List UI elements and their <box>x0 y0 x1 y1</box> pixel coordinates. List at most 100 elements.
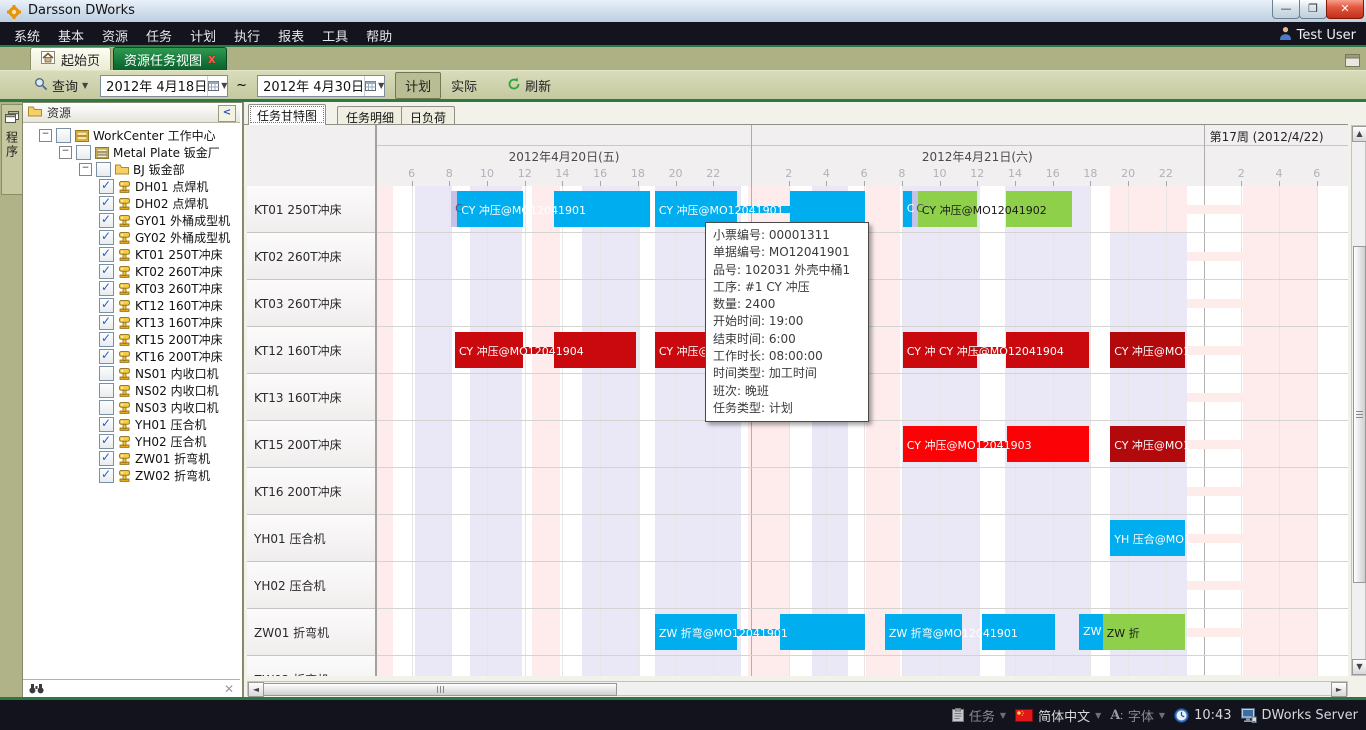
tree-item[interactable]: GY01 外桶成型机 <box>23 212 240 229</box>
calendar-icon[interactable]: ▼ <box>364 76 384 96</box>
rest-time-strip[interactable] <box>1187 675 1243 676</box>
scroll-left-icon[interactable]: ◄ <box>248 682 264 697</box>
tree-item[interactable]: KT12 160T冲床 <box>23 297 240 314</box>
tree-checkbox[interactable] <box>99 298 114 313</box>
calendar-band[interactable] <box>866 186 900 676</box>
gantt-bar-label[interactable]: CY 冲压@MO1 <box>1114 343 1190 359</box>
machine-icon[interactable] <box>118 401 131 414</box>
status-item-10:43[interactable]: 10:43 <box>1174 708 1231 723</box>
tab-close-icon[interactable]: x <box>208 52 216 66</box>
gridline[interactable] <box>487 186 488 676</box>
rest-time-strip[interactable] <box>1187 440 1243 449</box>
gantt-bar-segment[interactable] <box>780 614 865 650</box>
calendar-band[interactable] <box>470 186 522 676</box>
minimize-button[interactable]: — <box>1272 0 1300 19</box>
vertical-scroll-thumb[interactable] <box>1353 246 1366 583</box>
rest-time-strip[interactable] <box>1187 534 1243 543</box>
collapse-panel-button[interactable]: < <box>218 105 236 122</box>
folder-icon[interactable] <box>115 164 129 175</box>
rest-time-strip[interactable] <box>1187 581 1243 590</box>
tooltip-line[interactable]: 开始时间: 19:00 <box>713 313 861 330</box>
gantt-bar-label[interactable]: ZW 折弯@MO12041901 <box>659 625 788 641</box>
restore-button[interactable]: ❐ <box>1299 0 1327 19</box>
resource-row-label[interactable]: ZW01 折弯机 <box>247 609 375 656</box>
refresh-button[interactable]: 刷新 <box>501 74 557 97</box>
tooltip-line[interactable]: 品号: 102031 外壳中桶1 <box>713 262 861 279</box>
gridline[interactable] <box>1090 186 1091 676</box>
rest-time-strip[interactable] <box>1187 487 1243 496</box>
gantt-bar-label[interactable]: CY 冲压@MO1 <box>1114 437 1190 453</box>
calendar-band[interactable] <box>415 186 452 676</box>
tree-checkbox[interactable] <box>99 315 114 330</box>
user-indicator[interactable]: Test User <box>1279 26 1356 44</box>
menu-item-资源[interactable]: 资源 <box>102 26 128 45</box>
machine-icon[interactable] <box>118 316 131 329</box>
tab-resource-task-view[interactable]: 资源任务视图 x <box>113 47 227 70</box>
gantt-bar-label[interactable]: CY 冲压@MO12041904 <box>459 343 584 359</box>
tree-checkbox[interactable] <box>99 468 114 483</box>
row-separator[interactable] <box>377 655 1348 656</box>
gantt-bar-label[interactable]: YH 压合@MO1 <box>1114 531 1191 547</box>
resource-row-label[interactable]: KT13 160T冲床 <box>247 374 375 421</box>
tooltip-line[interactable]: 时间类型: 加工时间 <box>713 365 861 382</box>
machine-icon[interactable] <box>118 367 131 380</box>
gridline[interactable] <box>638 186 639 676</box>
side-tab-program[interactable]: 程序 <box>1 104 23 195</box>
tree-checkbox[interactable] <box>99 213 114 228</box>
calendar-icon[interactable]: ▼ <box>207 76 227 96</box>
tree-checkbox[interactable] <box>99 179 114 194</box>
tree-checkbox[interactable] <box>99 400 114 415</box>
machine-icon[interactable] <box>118 265 131 278</box>
tree-checkbox[interactable] <box>99 196 114 211</box>
horizontal-scroll-thumb[interactable] <box>263 683 617 696</box>
machine-icon[interactable] <box>118 299 131 312</box>
close-button[interactable]: ✕ <box>1326 0 1364 19</box>
tree-checkbox[interactable] <box>99 383 114 398</box>
date-from-field[interactable]: 2012年 4月18日 ▼ <box>100 75 228 97</box>
machine-icon[interactable] <box>118 197 131 210</box>
tree-expander-icon[interactable]: − <box>59 146 72 159</box>
tree-checkbox[interactable] <box>99 264 114 279</box>
tree-checkbox[interactable] <box>96 162 111 177</box>
tooltip-line[interactable]: 数量: 2400 <box>713 296 861 313</box>
menu-item-任务[interactable]: 任务 <box>146 26 172 45</box>
actual-toggle-button[interactable]: 实际 <box>441 72 487 99</box>
calendar-band[interactable] <box>532 186 560 676</box>
tab-home-page[interactable]: 起始页 <box>30 47 111 70</box>
query-button[interactable]: 查询 ▼ <box>28 74 94 97</box>
factory-icon[interactable] <box>95 147 109 159</box>
gantt-bar-label[interactable]: ZW 折 <box>1107 625 1140 641</box>
menu-item-报表[interactable]: 报表 <box>278 26 304 45</box>
tree-checkbox[interactable] <box>99 451 114 466</box>
plan-toggle-button[interactable]: 计划 <box>395 72 441 99</box>
resource-row-label[interactable]: KT01 250T冲床 <box>247 186 375 233</box>
tab-gantt-chart[interactable]: 任务甘特图 <box>248 104 326 125</box>
binoculars-icon[interactable] <box>29 679 44 698</box>
machine-icon[interactable] <box>118 452 131 465</box>
tree-item[interactable]: NS01 内收口机 <box>23 365 240 382</box>
vertical-scrollbar[interactable]: ▲ ▼ <box>1351 125 1366 676</box>
gridline[interactable] <box>562 186 563 676</box>
gantt-bar-label[interactable]: CY 冲压@MO12041903 <box>907 437 1032 453</box>
machine-icon[interactable] <box>118 180 131 193</box>
tree-item[interactable]: −Metal Plate 钣金厂 <box>23 144 240 161</box>
gridline[interactable] <box>676 186 677 676</box>
tooltip-line[interactable]: 工作时长: 08:00:00 <box>713 348 861 365</box>
tree-item[interactable]: −BJ 钣金部 <box>23 161 240 178</box>
machine-icon[interactable] <box>118 282 131 295</box>
resource-row-label[interactable]: KT02 260T冲床 <box>247 233 375 280</box>
gantt-bar-label[interactable]: ZW 折弯@MO12041901 <box>889 625 1018 641</box>
scroll-right-icon[interactable]: ► <box>1331 682 1347 697</box>
calendar-band[interactable] <box>1243 186 1317 676</box>
tree-checkbox[interactable] <box>99 434 114 449</box>
tree-checkbox[interactable] <box>99 349 114 364</box>
menu-item-工具[interactable]: 工具 <box>322 26 348 45</box>
rest-time-strip[interactable] <box>1187 252 1243 261</box>
tree-item[interactable]: GY02 外桶成型机 <box>23 229 240 246</box>
tree-item[interactable]: KT01 250T冲床 <box>23 246 240 263</box>
resource-row-label[interactable]: ZW02 折弯机 <box>247 656 375 676</box>
menu-item-系统[interactable]: 系统 <box>14 26 40 45</box>
machine-icon[interactable] <box>118 350 131 363</box>
gridline[interactable] <box>525 186 526 676</box>
tooltip-line[interactable]: 工序: #1 CY 冲压 <box>713 279 861 296</box>
